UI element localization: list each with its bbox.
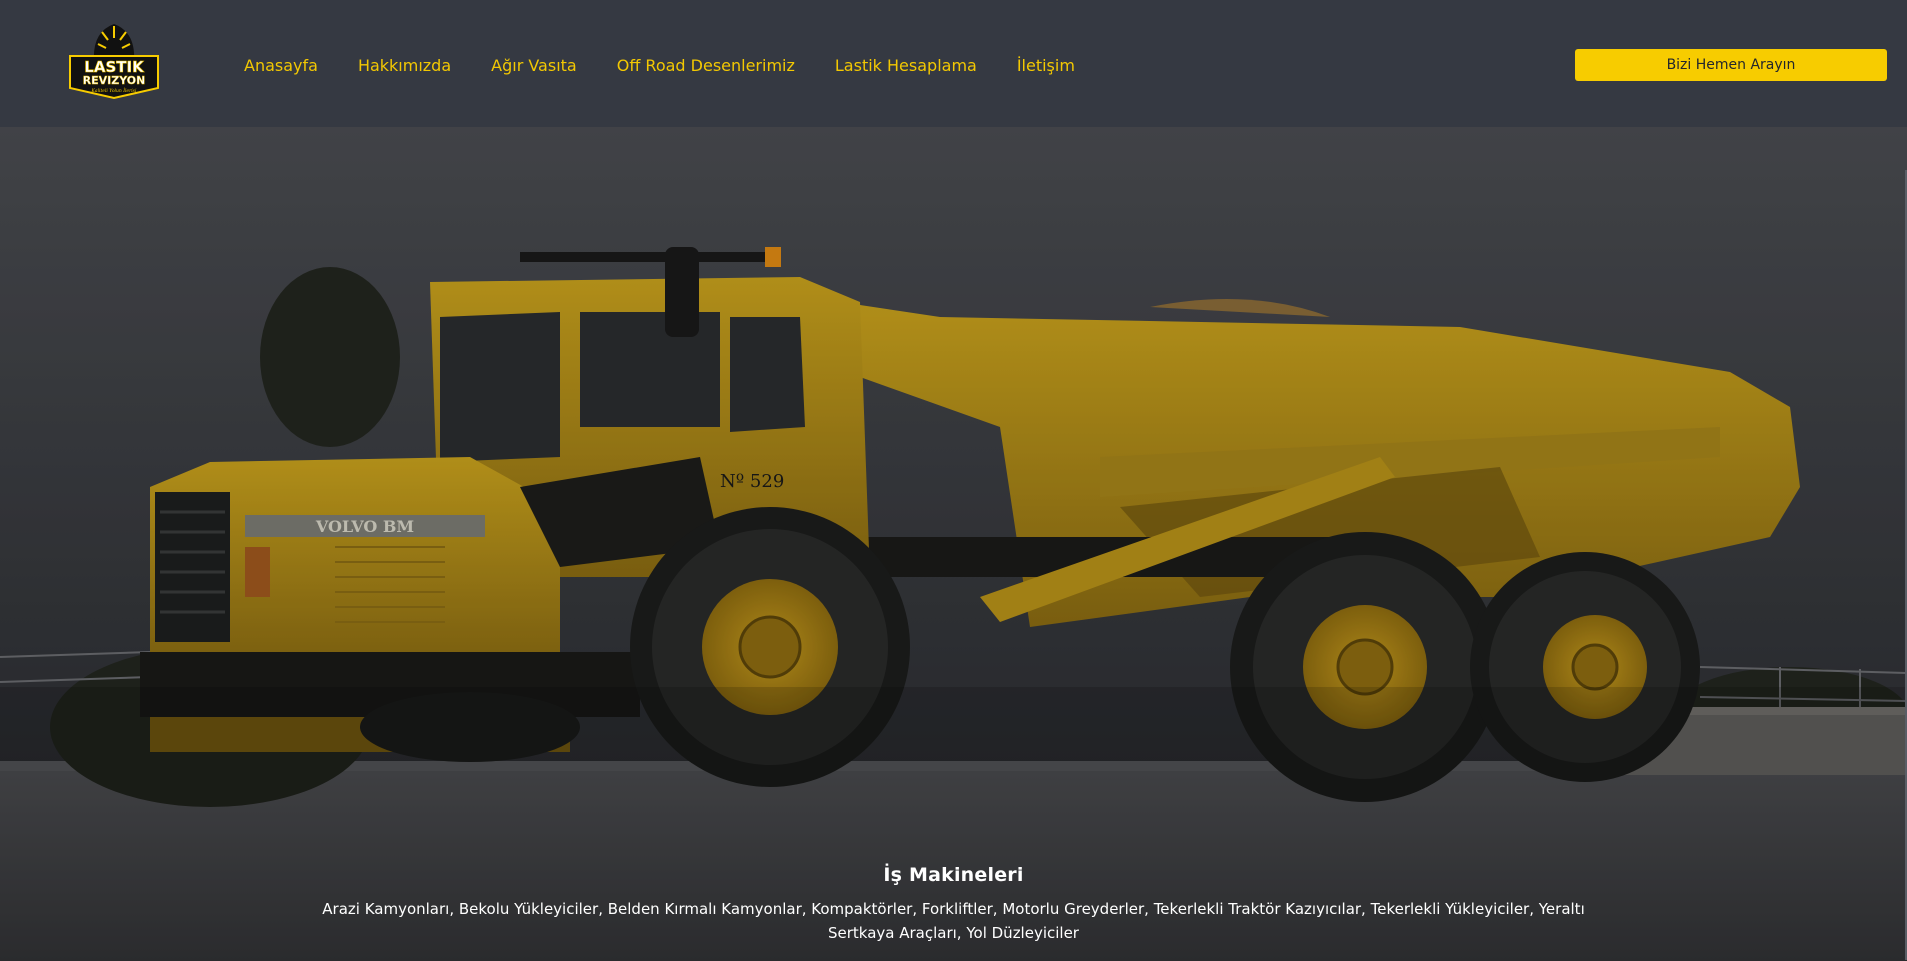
nav-link-iletisim[interactable]: İletişim xyxy=(1017,56,1075,75)
main-navigation: Anasayfa Hakkımızda Ağır Vasıta Off Road… xyxy=(244,53,1115,77)
lastik-revizyon-logo[interactable]: LASTIK REVIZYON Kaliteli Yolun İlerisi xyxy=(62,18,166,102)
hero-title: İş Makineleri xyxy=(883,864,1024,886)
nav-link-hakkimizda[interactable]: Hakkımızda xyxy=(358,56,451,75)
logo-tagline: Kaliteli Yolun İlerisi xyxy=(91,87,137,94)
nav-link-agir-vasita[interactable]: Ağır Vasıta xyxy=(491,56,577,75)
nav-link-off-road-desenlerimiz[interactable]: Off Road Desenlerimiz xyxy=(617,56,795,75)
hero-description: Arazi Kamyonları, Bekolu Yükleyiciler, B… xyxy=(322,900,1585,942)
nav-link-lastik-hesaplama[interactable]: Lastik Hesaplama xyxy=(835,56,977,75)
hero-dump-truck-image: Nº 529 VOLVO BM xyxy=(0,127,1907,961)
site-header: LASTIK REVIZYON Kaliteli Yolun İlerisi A… xyxy=(0,0,1907,127)
hero-caption: İş Makineleri Arazi Kamyonları, Bekolu Y… xyxy=(0,864,1907,945)
nav-link-anasayfa[interactable]: Anasayfa xyxy=(244,56,318,75)
logo-line2: REVIZYON xyxy=(83,74,146,87)
page: LASTIK REVIZYON Kaliteli Yolun İlerisi A… xyxy=(0,0,1907,961)
hero-banner: Nº 529 VOLVO BM İş Makineleri Arazi Kamy… xyxy=(0,127,1907,961)
call-now-button[interactable]: Bizi Hemen Arayın xyxy=(1575,49,1887,81)
